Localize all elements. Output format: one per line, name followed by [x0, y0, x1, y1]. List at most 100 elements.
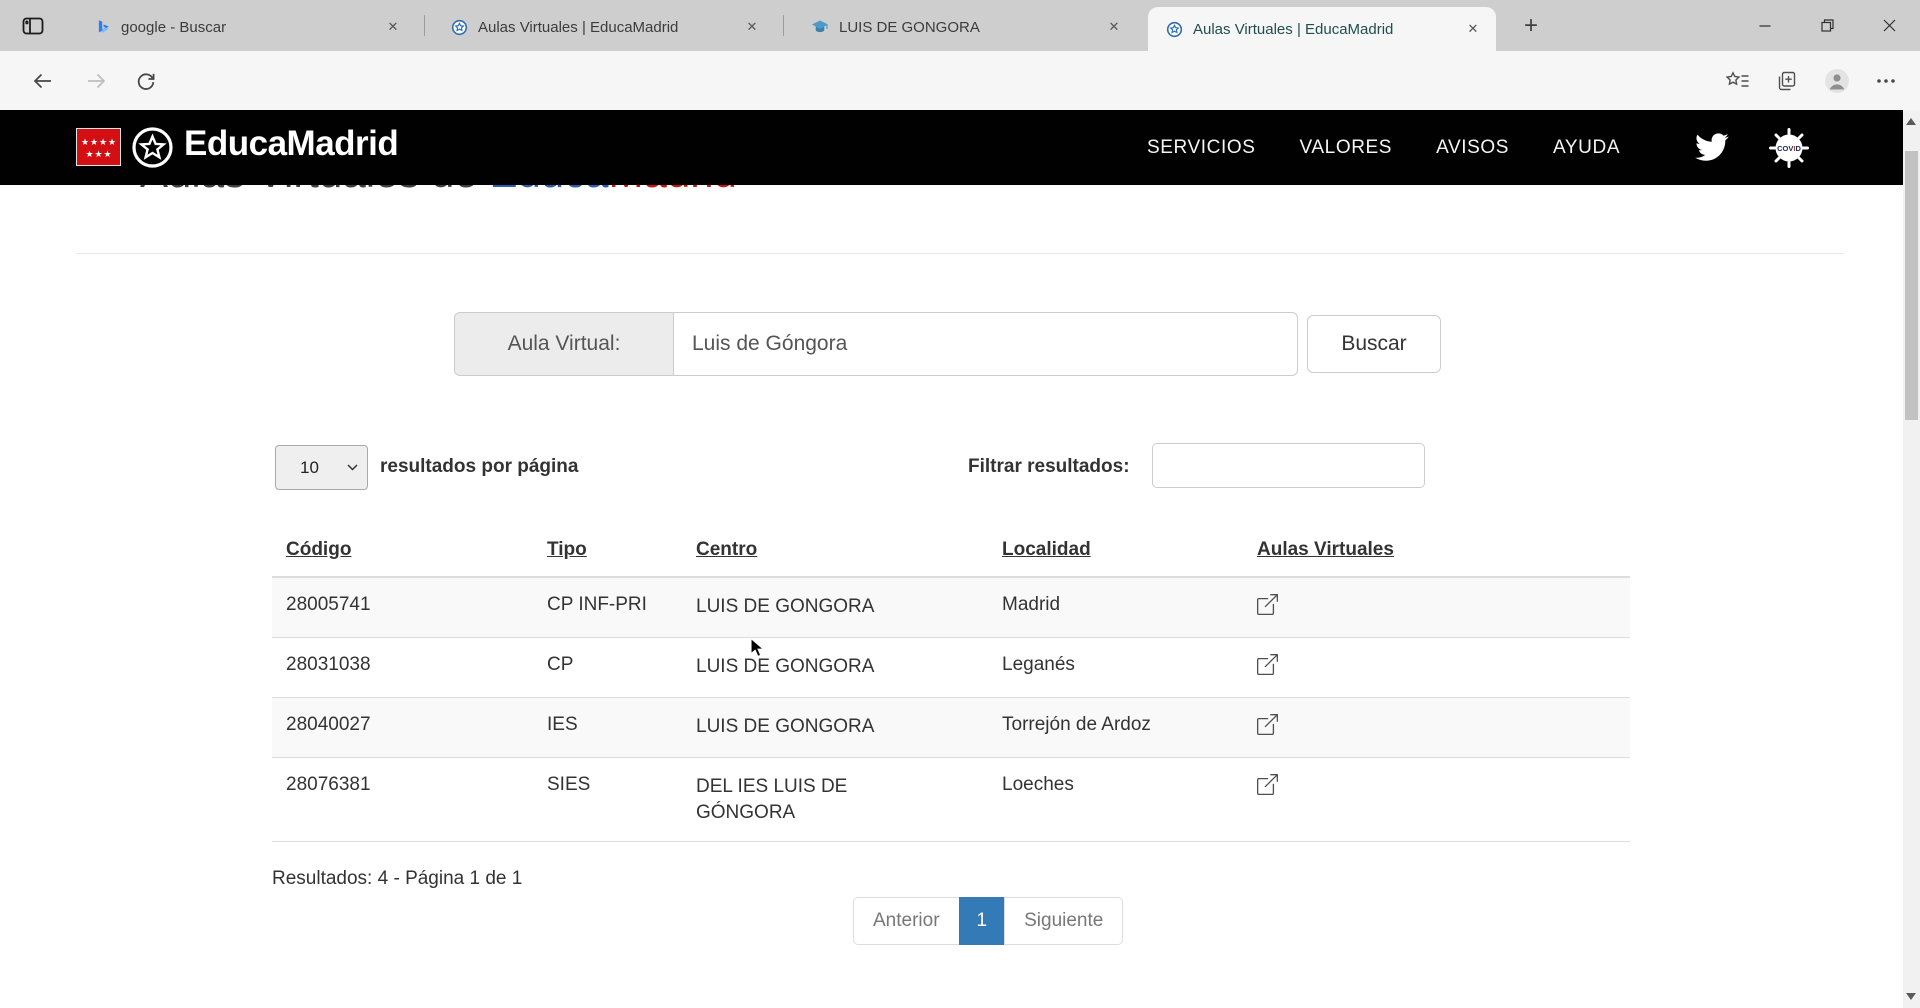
- covid-info-icon[interactable]: COVID: [1768, 127, 1810, 169]
- column-header-tipo[interactable]: Tipo: [533, 527, 682, 578]
- column-header-aulas-virtuales[interactable]: Aulas Virtuales: [1243, 527, 1630, 578]
- tab-preview-icon: [22, 17, 44, 35]
- buscar-button[interactable]: Buscar: [1307, 315, 1441, 373]
- educamadrid-icon: [1166, 21, 1183, 37]
- open-aula-external-link-icon[interactable]: [1257, 594, 1278, 615]
- filter-label: Filtrar resultados:: [968, 456, 1130, 477]
- cell-aula-link: [1243, 577, 1630, 638]
- back-button[interactable]: [22, 63, 62, 99]
- graduation-cap-icon: [811, 20, 829, 33]
- table-header-row: Código Tipo Centro Localidad Aulas Virtu…: [272, 527, 1630, 578]
- educamadrid-icon: [451, 19, 468, 35]
- svg-text:COVID: COVID: [1777, 144, 1801, 153]
- nav-item-servicios[interactable]: SERVICIOS: [1147, 137, 1256, 159]
- page-title-madrid: Madrid: [609, 185, 737, 196]
- tab-close-icon[interactable]: ✕: [1462, 18, 1484, 40]
- aula-virtual-label: Aula Virtual:: [454, 312, 673, 376]
- per-page-select[interactable]: 10: [275, 445, 368, 490]
- cell-codigo: 28076381: [272, 757, 533, 843]
- pagination: Anterior 1 Siguiente: [853, 897, 1124, 945]
- cell-codigo: 28040027: [272, 697, 533, 758]
- svg-text:★: ★: [95, 149, 103, 159]
- page-title: Aulas Virtuales de EducaMadrid: [0, 185, 1903, 199]
- per-page-select-wrap: 10: [275, 445, 368, 490]
- cell-tipo: IES: [533, 697, 682, 758]
- reload-button[interactable]: [126, 63, 166, 99]
- tab-close-icon[interactable]: ✕: [382, 16, 404, 38]
- forward-arrow-icon: [87, 73, 105, 89]
- tab-close-icon[interactable]: ✕: [741, 16, 763, 38]
- svg-text:★: ★: [104, 149, 112, 159]
- collections-icon[interactable]: [1776, 71, 1798, 92]
- reload-icon: [137, 73, 155, 90]
- nav-item-avisos[interactable]: AVISOS: [1436, 137, 1509, 159]
- pagination-page-1[interactable]: 1: [958, 897, 1006, 945]
- column-header-centro[interactable]: Centro: [682, 527, 988, 578]
- tab-separator: [424, 15, 425, 36]
- forward-button[interactable]: [76, 63, 116, 99]
- cell-localidad: Torrejón de Ardoz: [988, 697, 1243, 758]
- scrollbar-up-arrow-icon[interactable]: [1906, 118, 1916, 125]
- toolbar-actions: [1726, 63, 1896, 99]
- window-controls: [1734, 0, 1920, 51]
- browser-tab-google[interactable]: google - Buscar ✕: [76, 9, 416, 45]
- browser-tab-luis-de-gongora[interactable]: LUIS DE GONGORA ✕: [793, 9, 1137, 45]
- tab-title: Aulas Virtuales | EducaMadrid: [478, 18, 679, 36]
- page-title-educa: Educa: [489, 185, 608, 196]
- tab-actions-menu-button[interactable]: [18, 13, 48, 39]
- minimize-icon: [1759, 24, 1771, 27]
- table-row: 28040027 IES LUIS DE GONGORA Torrejón de…: [272, 697, 1630, 758]
- pagination-previous[interactable]: Anterior: [853, 897, 960, 945]
- settings-more-icon[interactable]: [1876, 78, 1896, 84]
- tab-separator: [783, 15, 784, 36]
- cell-aula-link: [1243, 757, 1630, 843]
- window-close-button[interactable]: [1858, 0, 1920, 51]
- cell-tipo: CP: [533, 637, 682, 698]
- pagination-next[interactable]: Siguiente: [1004, 897, 1124, 945]
- column-header-localidad[interactable]: Localidad: [988, 527, 1243, 578]
- header-divider: [76, 253, 1844, 254]
- results-table: Código Tipo Centro Localidad Aulas Virtu…: [272, 527, 1630, 843]
- browser-tab-bar: google - Buscar ✕ Aulas Virtuales | Educ…: [0, 0, 1920, 51]
- browser-tab-aulas-virtuales-2-active[interactable]: Aulas Virtuales | EducaMadrid ✕: [1148, 7, 1496, 51]
- scrollbar-thumb[interactable]: [1905, 151, 1918, 420]
- column-header-codigo[interactable]: Código: [272, 527, 533, 578]
- filter-input[interactable]: [1152, 443, 1425, 488]
- profile-avatar[interactable]: [1824, 68, 1850, 94]
- open-aula-external-link-icon[interactable]: [1257, 714, 1278, 735]
- comunidad-madrid-flag: ★ ★ ★ ★ ★ ★ ★: [76, 128, 121, 166]
- new-tab-button[interactable]: +: [1516, 12, 1546, 40]
- scrollbar-down-arrow-icon[interactable]: [1906, 993, 1916, 1000]
- browser-tab-aulas-virtuales-1[interactable]: Aulas Virtuales | EducaMadrid ✕: [433, 9, 775, 45]
- svg-text:★: ★: [81, 137, 89, 147]
- table-row: 28005741 CP INF-PRI LUIS DE GONGORA Madr…: [272, 577, 1630, 638]
- per-page-label: resultados por página: [380, 456, 579, 477]
- nav-item-valores[interactable]: VALORES: [1300, 137, 1393, 159]
- educamadrid-logo-icon[interactable]: [130, 125, 175, 170]
- results-summary: Resultados: 4 - Página 1 de 1: [272, 868, 523, 889]
- restore-icon: [1820, 19, 1834, 32]
- brand-wordmark[interactable]: EducaMadrid: [184, 124, 399, 164]
- favorites-icon[interactable]: [1726, 71, 1750, 91]
- tab-title: Aulas Virtuales | EducaMadrid: [1193, 20, 1394, 38]
- window-restore-button[interactable]: [1796, 0, 1858, 51]
- table-row: 28031038 CP LUIS DE GONGORA Leganés: [272, 637, 1630, 698]
- open-aula-external-link-icon[interactable]: [1257, 774, 1278, 795]
- window-minimize-button[interactable]: [1734, 0, 1796, 51]
- page-scrollbar[interactable]: [1903, 110, 1920, 1008]
- flag-stars: ★ ★ ★ ★ ★ ★ ★: [81, 137, 116, 159]
- main-navigation: SERVICIOS VALORES AVISOS AYUDA: [1147, 110, 1620, 185]
- tab-title: google - Buscar: [121, 18, 227, 36]
- aula-virtual-search-input[interactable]: [673, 312, 1298, 376]
- nav-item-ayuda[interactable]: AYUDA: [1553, 137, 1620, 159]
- close-icon: [1883, 19, 1895, 32]
- cell-aula-link: [1243, 697, 1630, 758]
- twitter-icon[interactable]: [1695, 133, 1729, 161]
- cell-centro: LUIS DE GONGORA: [682, 637, 988, 698]
- tab-close-icon[interactable]: ✕: [1103, 16, 1125, 38]
- cell-tipo: SIES: [533, 757, 682, 843]
- open-aula-external-link-icon[interactable]: [1257, 654, 1278, 675]
- cell-centro: LUIS DE GONGORA: [682, 577, 988, 638]
- cell-localidad: Loeches: [988, 757, 1243, 843]
- page-title-prefix: Aulas Virtuales de: [140, 185, 489, 196]
